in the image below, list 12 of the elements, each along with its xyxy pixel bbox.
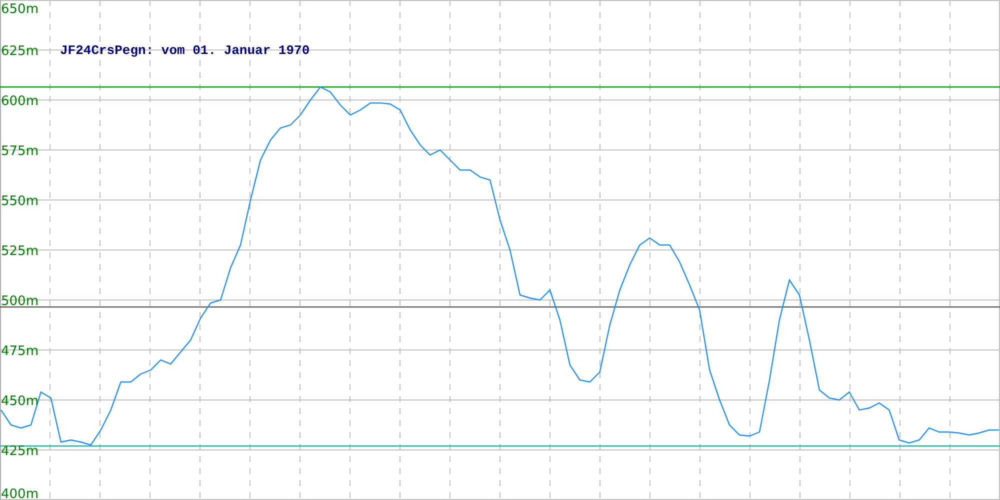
y-axis-label: 575m bbox=[1, 144, 38, 159]
y-axis-label: 475m bbox=[1, 344, 38, 359]
y-axis-label: 625m bbox=[1, 44, 38, 59]
y-axis-label: 500m bbox=[1, 294, 38, 309]
chart-title: JF24CrsPegn: vom 01. Januar 1970 bbox=[60, 43, 310, 58]
y-axis-label: 525m bbox=[1, 244, 38, 259]
y-axis-label: 400m bbox=[1, 487, 38, 500]
y-axis-label: 450m bbox=[1, 394, 38, 409]
y-axis-label: 425m bbox=[1, 444, 38, 459]
y-axis-label: 600m bbox=[1, 94, 38, 109]
y-axis-label: 650m bbox=[1, 2, 38, 17]
y-axis-label: 550m bbox=[1, 194, 38, 209]
